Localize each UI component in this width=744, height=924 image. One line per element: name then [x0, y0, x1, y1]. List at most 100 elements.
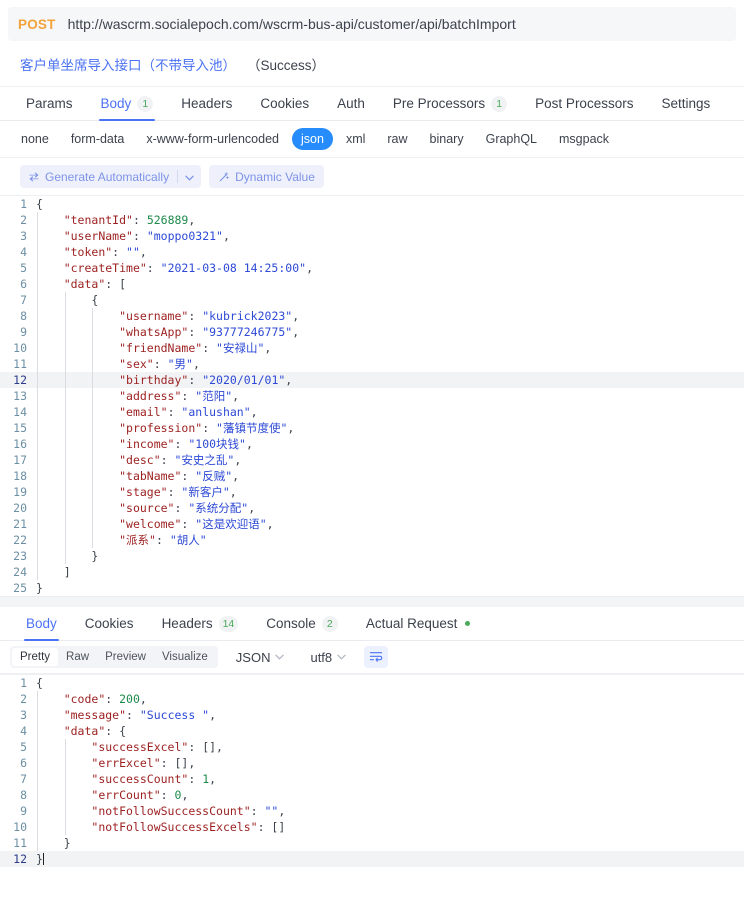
code-line[interactable]: 17 "desc": "安史之乱",: [0, 452, 744, 468]
code-line[interactable]: 1{: [0, 196, 744, 212]
code-line[interactable]: 2 "tenantId": 526889,: [0, 212, 744, 228]
view-mode-pretty[interactable]: Pretty: [12, 648, 59, 666]
line-number: 20: [13, 501, 27, 515]
code-token: ,: [181, 788, 189, 802]
code-line[interactable]: 19 "stage": "新客户",: [0, 484, 744, 500]
url-input[interactable]: http://wascrm.socialepoch.com/wscrm-bus-…: [68, 16, 516, 32]
response-code-area[interactable]: 1{2 "code": 200, 3 "message": "Success ",…: [0, 674, 744, 867]
code-line[interactable]: 18 "tabName": "反贼",: [0, 468, 744, 484]
body-type-xml[interactable]: xml: [337, 128, 374, 150]
code-line[interactable]: 16 "income": "100块钱",: [0, 436, 744, 452]
code-line[interactable]: 3 "userName": "moppo0321",: [0, 228, 744, 244]
request-tab-headers[interactable]: Headers: [167, 87, 246, 120]
code-token: :: [181, 469, 196, 483]
code-line[interactable]: 22 "派系": "胡人": [0, 532, 744, 548]
code-token: :: [202, 421, 217, 435]
request-body-editor[interactable]: 1{2 "tenantId": 526889, 3 "userName": "mo…: [0, 195, 744, 596]
code-token: "sex": [119, 357, 154, 371]
generate-automatically-button[interactable]: Generate Automatically: [20, 165, 202, 188]
view-mode-preview[interactable]: Preview: [97, 648, 154, 666]
body-type-x-www-form-urlencoded[interactable]: x-www-form-urlencoded: [137, 128, 288, 150]
code-line[interactable]: 11 "sex": "男",: [0, 356, 744, 372]
code-line[interactable]: 4 "data": {: [0, 723, 744, 739]
response-tab-cookies[interactable]: Cookies: [71, 607, 148, 640]
code-line[interactable]: 13 "address": "范阳",: [0, 388, 744, 404]
url-bar[interactable]: POST http://wascrm.socialepoch.com/wscrm…: [8, 7, 736, 41]
code-token: "successExcel": [91, 740, 189, 754]
request-tab-auth[interactable]: Auth: [323, 87, 379, 120]
code-line[interactable]: 10 "friendName": "安禄山",: [0, 340, 744, 356]
pane-splitter[interactable]: [0, 596, 744, 607]
request-tab-cookies[interactable]: Cookies: [246, 87, 323, 120]
body-type-none[interactable]: none: [12, 128, 58, 150]
line-number: 23: [13, 549, 27, 563]
tab-badge: 1: [491, 95, 508, 112]
code-token: "source": [119, 501, 175, 515]
code-token: "userName": [63, 229, 133, 243]
request-tab-params[interactable]: Params: [12, 87, 87, 120]
code-line[interactable]: 20 "source": "系统分配",: [0, 500, 744, 516]
body-type-binary[interactable]: binary: [421, 128, 473, 150]
view-mode-raw[interactable]: Raw: [58, 648, 97, 666]
response-tab-actual-request[interactable]: Actual Request: [352, 607, 485, 640]
response-view-mode-group: Pretty Raw Preview Visualize: [10, 646, 218, 668]
body-type-raw[interactable]: raw: [378, 128, 416, 150]
code-line[interactable]: 2 "code": 200,: [0, 691, 744, 707]
code-line[interactable]: 6 "data": [: [0, 276, 744, 292]
code-line[interactable]: 10 "notFollowSuccessExcels": []: [0, 819, 744, 835]
code-line[interactable]: 14 "email": "anlushan",: [0, 404, 744, 420]
toggle-word-wrap-button[interactable]: [364, 646, 389, 668]
code-line[interactable]: 5 "createTime": "2021-03-08 14:25:00",: [0, 260, 744, 276]
code-token: ,: [306, 261, 313, 275]
code-line[interactable]: 4 "token": "",: [0, 244, 744, 260]
code-line[interactable]: 6 "errExcel": [],: [0, 755, 744, 771]
request-tab-post-processors[interactable]: Post Processors: [521, 87, 647, 120]
code-content: "notFollowSuccessCount": "",: [36, 803, 285, 819]
request-tab-settings[interactable]: Settings: [647, 87, 724, 120]
body-type-msgpack[interactable]: msgpack: [550, 128, 618, 150]
chevron-down-icon[interactable]: [178, 170, 201, 184]
code-content: "tenantId": 526889,: [36, 212, 196, 228]
code-line[interactable]: 3 "message": "Success ",: [0, 707, 744, 723]
response-tab-console[interactable]: Console 2: [252, 607, 352, 640]
code-content: "派系": "胡人": [36, 532, 207, 548]
code-line[interactable]: 1{: [0, 675, 744, 691]
body-type-form-data[interactable]: form-data: [62, 128, 134, 150]
code-line[interactable]: 12}: [0, 851, 744, 867]
code-line[interactable]: 12 "birthday": "2020/01/01",: [0, 372, 744, 388]
code-line[interactable]: 11 }: [0, 835, 744, 851]
code-line[interactable]: 23 }: [0, 548, 744, 564]
code-line[interactable]: 7 "successCount": 1,: [0, 771, 744, 787]
response-tab-headers[interactable]: Headers 14: [148, 607, 253, 640]
code-line[interactable]: 21 "welcome": "这是欢迎语",: [0, 516, 744, 532]
code-line[interactable]: 7 {: [0, 292, 744, 308]
code-line[interactable]: 24 ]: [0, 564, 744, 580]
body-type-json[interactable]: json: [292, 128, 333, 150]
code-line[interactable]: 8 "username": "kubrick2023",: [0, 308, 744, 324]
code-line[interactable]: 5 "successExcel": [],: [0, 739, 744, 755]
code-content: "whatsApp": "93777246775",: [36, 324, 299, 340]
http-method[interactable]: POST: [18, 17, 56, 32]
code-line[interactable]: 15 "profession": "藩镇节度使",: [0, 420, 744, 436]
code-token: []: [271, 820, 286, 834]
code-line[interactable]: 9 "whatsApp": "93777246775",: [0, 324, 744, 340]
code-line[interactable]: 8 "errCount": 0,: [0, 787, 744, 803]
code-content: }: [36, 580, 43, 596]
body-type-graphql[interactable]: GraphQL: [477, 128, 546, 150]
code-token: "这是欢迎语": [195, 517, 267, 531]
response-tab-body[interactable]: Body: [12, 607, 71, 641]
code-line[interactable]: 25}: [0, 580, 744, 596]
response-body-viewer[interactable]: 1{2 "code": 200, 3 "message": "Success ",…: [0, 674, 744, 867]
response-encoding-select[interactable]: utf8: [302, 650, 354, 665]
dynamic-value-button[interactable]: Dynamic Value: [209, 165, 324, 188]
request-tab-body[interactable]: Body 1: [87, 87, 168, 121]
request-code-area[interactable]: 1{2 "tenantId": 526889, 3 "userName": "mo…: [0, 195, 744, 596]
code-token: ,: [232, 469, 240, 483]
code-line[interactable]: 9 "notFollowSuccessCount": "",: [0, 803, 744, 819]
view-mode-visualize[interactable]: Visualize: [154, 648, 216, 666]
line-number: 18: [13, 469, 27, 483]
response-format-select[interactable]: JSON: [228, 650, 293, 665]
line-number: 1: [20, 676, 27, 690]
code-token: []: [202, 740, 217, 754]
request-tab-pre-processors[interactable]: Pre Processors 1: [379, 87, 521, 120]
